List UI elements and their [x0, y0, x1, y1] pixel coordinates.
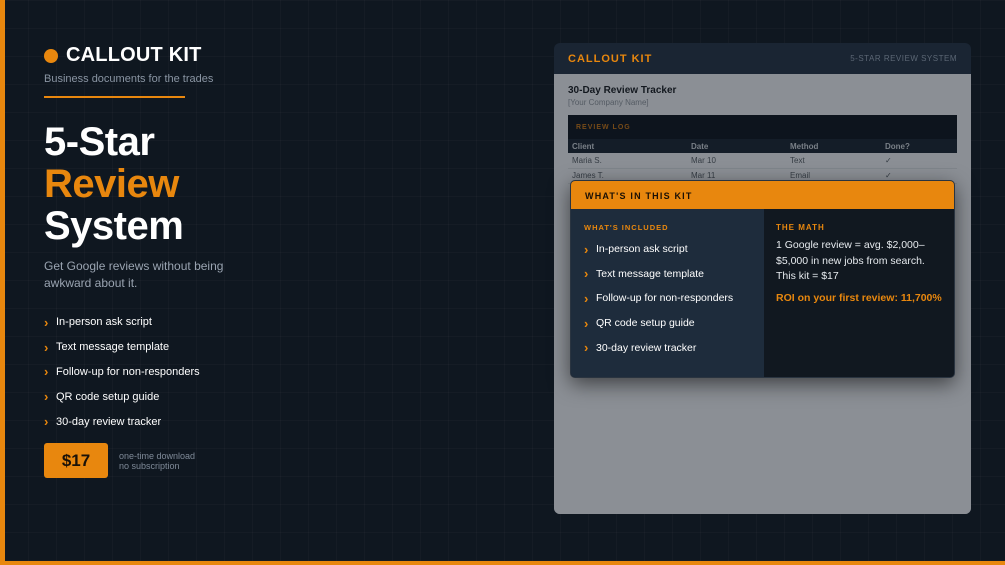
chevron-right-icon: › — [44, 389, 49, 405]
chevron-right-icon: › — [584, 340, 589, 356]
brand: CALLOUT KIT — [44, 44, 202, 67]
roi-text: ROI on your first review: 11,700% — [776, 292, 942, 304]
table-cell: Mar 10 — [687, 153, 786, 169]
list-item: › Text message template — [44, 335, 200, 360]
list-item: › In-person ask script — [44, 310, 200, 335]
table-cell: Maria S. — [568, 153, 687, 169]
chevron-right-icon: › — [584, 290, 589, 306]
title-line-3: System — [44, 204, 184, 248]
column-header: Client — [568, 139, 687, 153]
feature-label: 30-day review tracker — [56, 415, 162, 428]
left-accent-bar — [0, 0, 5, 565]
included-item-label: 30-day review tracker — [596, 341, 697, 354]
title-line-2: Review — [44, 162, 179, 206]
document-subtitle: 5-STAR REVIEW SYSTEM — [850, 54, 957, 63]
chevron-right-icon: › — [584, 241, 589, 257]
price-row: $17 one-time download no subscription — [44, 443, 195, 478]
check-icon: ✓ — [881, 153, 957, 169]
title-line-1: 5-Star — [44, 120, 155, 164]
included-item-label: Follow-up for non-responders — [596, 292, 734, 305]
review-log-table: Client Date Method Done? Maria S. Mar 10… — [568, 139, 957, 184]
subline: Get Google reviews without being awkward… — [44, 259, 224, 290]
list-item: › 30-day review tracker — [584, 335, 764, 360]
math-price: This kit = $17 — [776, 270, 839, 282]
included-panel: WHAT'S INCLUDED › In-person ask script › T… — [571, 209, 764, 377]
document-title: 30-Day Review Tracker — [568, 85, 677, 96]
review-log-heading: REVIEW LOG — [568, 115, 957, 139]
chevron-right-icon: › — [584, 315, 589, 331]
included-list: › In-person ask script › Text message temp… — [584, 237, 764, 360]
chevron-right-icon: › — [44, 414, 49, 430]
bottom-accent-bar — [0, 561, 1005, 565]
document-brand: CALLOUT KIT — [568, 52, 653, 65]
list-item: › QR code setup guide — [44, 384, 200, 409]
document-company: [Your Company Name] — [568, 98, 649, 107]
price-note-line-1: one-time download — [119, 450, 196, 461]
chevron-right-icon: › — [584, 266, 589, 282]
brand-name: CALLOUT KIT — [66, 44, 202, 66]
included-item-label: QR code setup guide — [596, 317, 695, 330]
included-label: WHAT'S INCLUDED — [584, 223, 669, 232]
math-text: 1 Google review = avg. $2,000–$5,000 in … — [776, 239, 925, 267]
document-header: CALLOUT KIT 5-STAR REVIEW SYSTEM — [554, 43, 971, 74]
kit-summary-card: WHAT'S IN THIS KIT WHAT'S INCLUDED › In-p… — [570, 180, 955, 378]
dot-icon — [44, 48, 58, 63]
column-header: Done? — [881, 139, 957, 153]
feature-label: QR code setup guide — [56, 390, 160, 403]
chevron-right-icon: › — [44, 364, 49, 380]
list-item: › 30-day review tracker — [44, 409, 200, 434]
included-item-label: Text message template — [596, 267, 704, 280]
list-item: › Text message template — [584, 262, 764, 287]
column-header: Method — [786, 139, 881, 153]
feature-label: Text message template — [56, 341, 170, 354]
column-header: Date — [687, 139, 786, 153]
list-item: › Follow-up for non-responders — [44, 360, 200, 385]
tagline: Business documents for the trades — [44, 73, 214, 85]
kit-header: WHAT'S IN THIS KIT — [571, 181, 954, 209]
math-panel: THE MATH 1 Google review = avg. $2,000–$… — [764, 209, 954, 377]
list-item: › QR code setup guide — [584, 311, 764, 336]
divider — [44, 96, 185, 98]
price-note: one-time download no subscription — [119, 451, 195, 471]
chevron-right-icon: › — [44, 314, 49, 330]
table-header-row: Client Date Method Done? — [568, 139, 957, 153]
price-button[interactable]: $17 — [44, 443, 108, 478]
price-note-line-2: no subscription — [119, 460, 180, 471]
feature-label: In-person ask script — [56, 316, 152, 329]
feature-label: Follow-up for non-responders — [56, 365, 200, 378]
math-label: THE MATH — [776, 223, 825, 232]
list-item: › In-person ask script — [584, 237, 764, 262]
table-cell: Text — [786, 153, 881, 169]
list-item: › Follow-up for non-responders — [584, 286, 764, 311]
feature-list: › In-person ask script › Text message temp… — [44, 310, 200, 434]
chevron-right-icon: › — [44, 339, 49, 355]
table-row: Maria S. Mar 10 Text ✓ — [568, 153, 957, 169]
included-item-label: In-person ask script — [596, 243, 688, 256]
page-title: 5-Star Review System — [44, 120, 184, 248]
